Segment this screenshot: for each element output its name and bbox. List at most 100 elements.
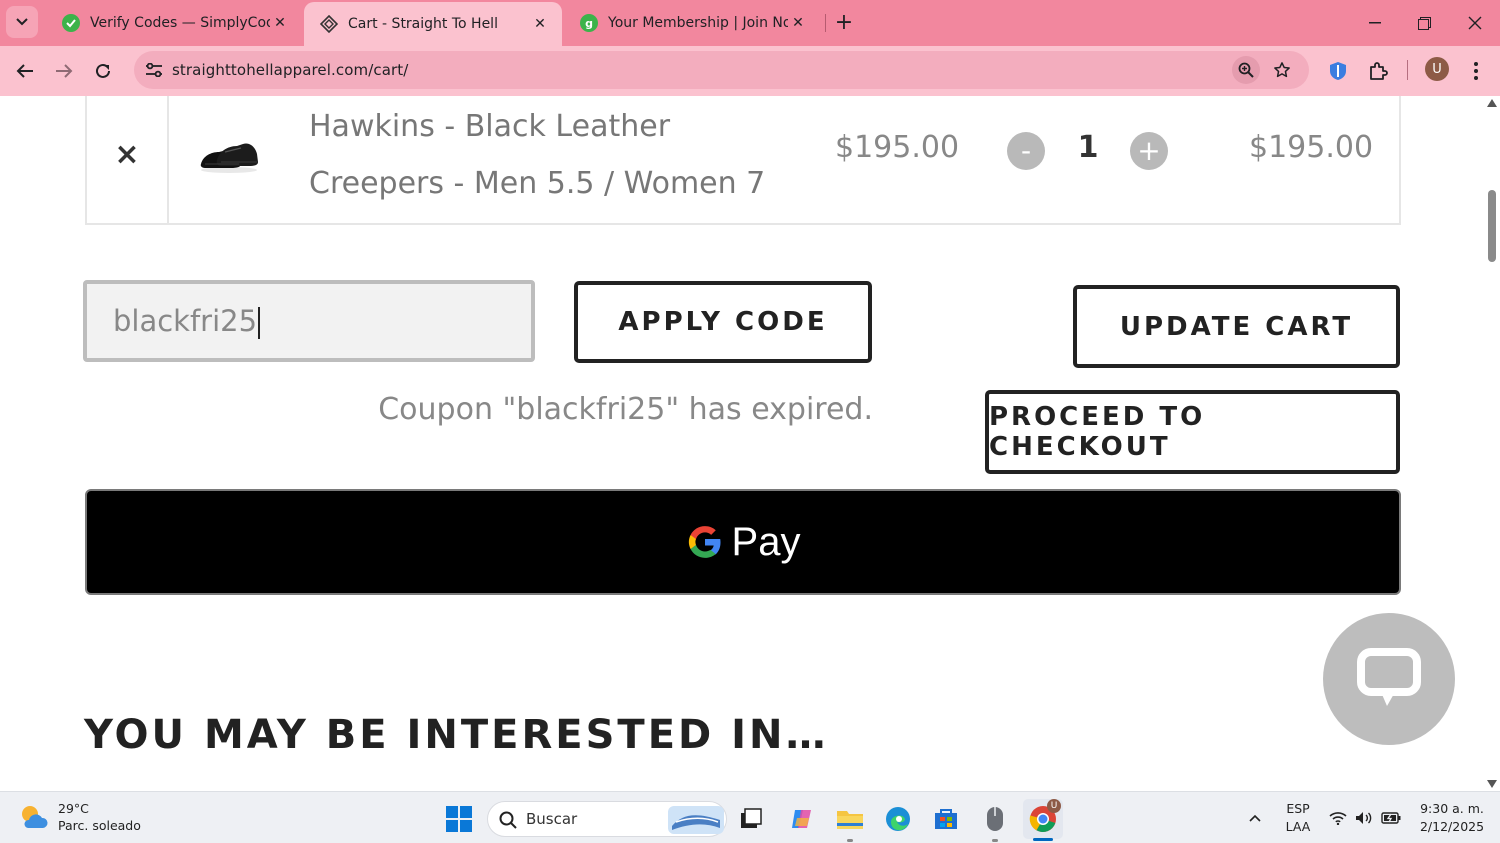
extension-shield-button[interactable] [1322, 55, 1354, 87]
restore-icon [1417, 16, 1431, 30]
system-clock[interactable]: 9:30 a. m. 2/12/2025 [1412, 800, 1492, 836]
url-text: straighttohellapparel.com/cart/ [172, 61, 409, 79]
close-icon [1468, 16, 1482, 30]
google-pay-button[interactable]: Pay [85, 489, 1401, 595]
copilot-icon [792, 810, 811, 828]
scroll-up-arrow[interactable] [1487, 99, 1497, 107]
mouse-icon [987, 807, 1003, 831]
restore-button[interactable] [1401, 6, 1447, 40]
quantity-increment-button[interactable]: + [1130, 132, 1168, 170]
show-hidden-icons-button[interactable] [1243, 792, 1267, 843]
wifi-icon [1329, 812, 1347, 825]
coupon-input-value: blackfri25 [113, 304, 258, 338]
site-info-button[interactable] [140, 56, 168, 84]
apply-code-button[interactable]: APPLY CODE [574, 281, 872, 363]
language-line-2: LAA [1285, 819, 1311, 834]
taskbar-search[interactable]: Buscar [487, 801, 727, 837]
tab-membership[interactable]: g Your Membership | Join Now | T ✕ [564, 4, 820, 42]
speaker-icon [1356, 812, 1372, 824]
new-tab-button[interactable]: + [832, 10, 856, 35]
profile-avatar[interactable]: U [1425, 57, 1449, 81]
tab-title: Your Membership | Join Now | T [608, 15, 788, 31]
active-app-indicator [1033, 838, 1053, 841]
tab-cart[interactable]: Cart - Straight To Hell ✕ [304, 2, 562, 46]
scrollbar-thumb[interactable] [1488, 190, 1496, 262]
page-scrollbar[interactable] [1484, 96, 1500, 791]
page-content: × Hawkins - Black Leather Creepers - Men… [0, 96, 1500, 791]
battery-charging-icon [1381, 812, 1401, 824]
shield-icon [1330, 62, 1346, 80]
chat-widget-button[interactable] [1323, 613, 1455, 745]
menu-button[interactable] [1460, 55, 1492, 87]
close-icon[interactable]: ✕ [530, 14, 550, 34]
battery-button[interactable] [1379, 792, 1403, 843]
proceed-to-checkout-button[interactable]: PROCEED TO CHECKOUT [985, 390, 1400, 474]
tab-strip: Verify Codes — SimplyCodes ✕ Cart - Stra… [0, 0, 1500, 46]
quantity-value[interactable]: 1 [1075, 130, 1101, 165]
chevron-down-icon [16, 18, 28, 26]
quantity-decrement-button[interactable]: - [1007, 132, 1045, 170]
taskbar-app-copilot[interactable] [782, 799, 822, 839]
coupon-code-input[interactable]: blackfri25 [83, 280, 535, 362]
search-highlight-image [668, 806, 724, 834]
sun-cloud-icon [22, 806, 48, 828]
input-language-indicator[interactable]: ESP LAA [1278, 800, 1318, 836]
search-icon [499, 811, 517, 829]
minimize-button[interactable] [1352, 6, 1398, 40]
weather-temp: 29°C [58, 801, 89, 816]
search-placeholder: Buscar [526, 810, 578, 828]
close-icon[interactable]: ✕ [788, 13, 808, 33]
windows-logo-icon [446, 806, 472, 832]
extensions-button[interactable] [1362, 55, 1394, 87]
address-bar[interactable]: straighttohellapparel.com/cart/ [134, 51, 1309, 89]
chevron-up-icon [1249, 814, 1261, 822]
close-window-button[interactable] [1452, 6, 1498, 40]
chat-bubble-icon [1357, 648, 1421, 706]
close-icon[interactable]: ✕ [270, 13, 290, 33]
product-name-link[interactable]: Hawkins - Black Leather Creepers - Men 5… [309, 98, 809, 212]
clock-time: 9:30 a. m. [1420, 801, 1484, 816]
bookmark-button[interactable] [1268, 56, 1296, 84]
profile-badge: U [1047, 799, 1061, 813]
toolbar-divider [1407, 60, 1408, 80]
windows-taskbar: 29°C Parc. soleado Buscar U ESP LAA 9:30… [0, 791, 1500, 843]
network-button[interactable] [1326, 792, 1350, 843]
reload-button[interactable] [87, 55, 119, 87]
taskbar-app-edge[interactable] [878, 799, 918, 839]
item-subtotal: $195.00 [1249, 130, 1374, 165]
back-button[interactable] [9, 55, 41, 87]
language-line-1: ESP [1286, 801, 1310, 816]
reload-icon [96, 63, 110, 78]
taskbar-app-chrome[interactable]: U [1023, 799, 1063, 839]
coupon-error-message: Coupon "blackfri25" has expired. [378, 392, 873, 427]
start-button[interactable] [439, 799, 479, 839]
running-indicator [847, 839, 853, 842]
running-indicator [992, 839, 998, 842]
gpay-label: Pay [731, 519, 801, 564]
taskbar-app-file-explorer[interactable] [830, 799, 870, 839]
tab-separator [825, 14, 826, 32]
tab-title: Verify Codes — SimplyCodes [90, 15, 270, 31]
simplycodes-favicon-icon [62, 14, 80, 32]
taskbar-app-taskview[interactable] [731, 799, 771, 839]
scroll-down-arrow[interactable] [1487, 780, 1497, 788]
store-icon [935, 809, 957, 829]
edge-icon [886, 807, 910, 831]
tab-search-button[interactable] [6, 6, 38, 38]
minimize-icon [1369, 22, 1381, 24]
cart-row-divider [167, 96, 169, 223]
tab-simplycodes[interactable]: Verify Codes — SimplyCodes ✕ [46, 4, 302, 42]
zoom-button[interactable] [1232, 56, 1260, 84]
browser-toolbar: straighttohellapparel.com/cart/ [0, 46, 1500, 96]
task-view-icon [741, 808, 762, 828]
forward-button[interactable] [48, 55, 80, 87]
volume-button[interactable] [1352, 792, 1376, 843]
weather-widget[interactable]: 29°C Parc. soleado [18, 800, 141, 834]
zoom-icon [1238, 62, 1254, 78]
taskbar-app-store[interactable] [926, 799, 966, 839]
taskbar-app-mouse-utility[interactable] [975, 799, 1015, 839]
weather-desc: Parc. soleado [58, 818, 141, 833]
product-thumbnail[interactable] [197, 130, 261, 176]
remove-item-button[interactable]: × [112, 137, 142, 172]
update-cart-button[interactable]: UPDATE CART [1073, 285, 1400, 368]
